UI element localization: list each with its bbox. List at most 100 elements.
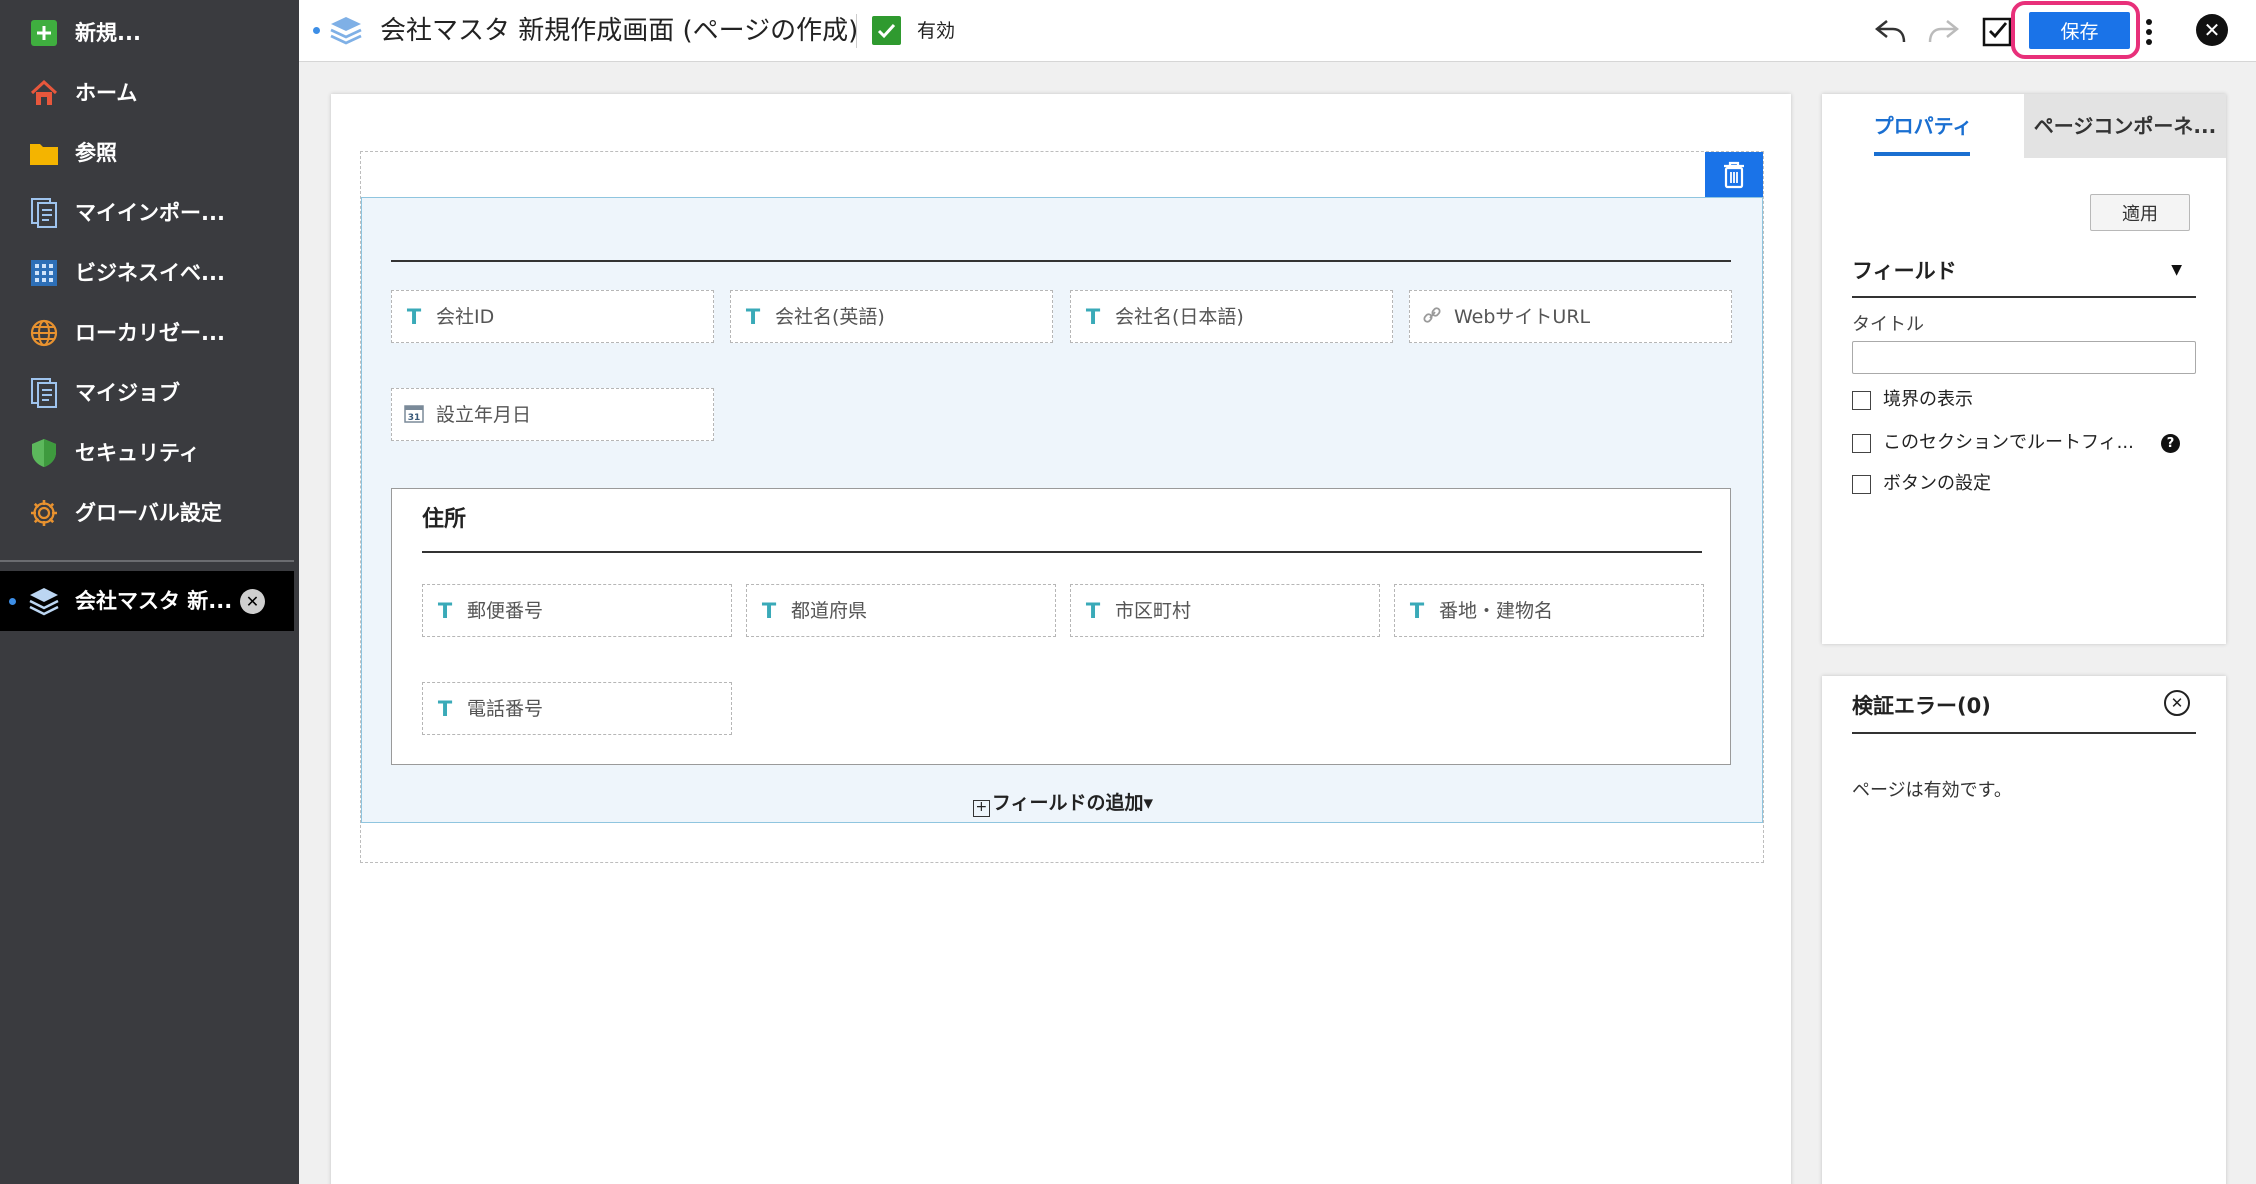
validation-panel: 検証エラー(0) ✕ ページは有効です。 [1822, 676, 2226, 1184]
caret-down-icon: ▾ [1143, 792, 1154, 814]
field-label: 会社名(英語) [775, 306, 885, 328]
plus-icon [28, 17, 60, 49]
sidebar-item-business-events[interactable]: ビジネスイベ... [0, 243, 299, 303]
section[interactable]: T 会社ID T 会社名(英語) T 会社名(日本語) WebサイトURL 31… [361, 197, 1763, 823]
layers-icon [28, 585, 60, 617]
checkbox-label: ボタンの設定 [1883, 473, 1991, 494]
sidebar-item-my-imports[interactable]: マイインポー... [0, 183, 299, 243]
open-tab-label: 会社マスタ 新... [75, 589, 233, 613]
folder-icon [28, 137, 60, 169]
field-label: 番地・建物名 [1439, 600, 1554, 622]
subsection-title-rule [422, 551, 1702, 553]
field-label: WebサイトURL [1454, 306, 1591, 328]
field-header-label: フィールド [1852, 259, 1957, 283]
sidebar-item-label: マイインポー... [75, 201, 225, 225]
sidebar-item-my-jobs[interactable]: マイジョブ [0, 363, 299, 423]
layers-icon [329, 14, 363, 48]
gear-icon [28, 497, 60, 529]
title-input[interactable] [1852, 341, 2196, 374]
active-dot [9, 598, 16, 605]
trash-icon [1724, 161, 1744, 189]
sidebar-item-label: ローカリゼー... [75, 321, 225, 345]
field-label: 都道府県 [791, 600, 868, 622]
save-button[interactable]: 保存 [2029, 12, 2130, 49]
root-field-checkbox[interactable] [1852, 434, 1871, 453]
text-field-icon: T [1409, 599, 1425, 623]
sidebar-item-label: グローバル設定 [75, 501, 222, 525]
field-prefecture[interactable]: T 都道府県 [746, 584, 1056, 637]
help-icon[interactable]: ? [2161, 434, 2180, 453]
field-company-id[interactable]: T 会社ID [391, 290, 714, 343]
sidebar-item-label: マイジョブ [75, 381, 180, 405]
plus-box-icon: + [972, 800, 990, 817]
field-label: 会社ID [436, 306, 495, 328]
field-company-name-en[interactable]: T 会社名(英語) [730, 290, 1053, 343]
tab-page-components[interactable]: ページコンポーネ... [2024, 94, 2226, 158]
address-subsection[interactable]: 住所 T 郵便番号 T 都道府県 T 市区町村 T 番地・建物名 T 電話番号 [391, 488, 1731, 765]
field-phone-number[interactable]: T 電話番号 [422, 682, 732, 735]
text-field-icon: T [745, 305, 761, 329]
close-icon[interactable]: ✕ [2164, 690, 2190, 716]
add-field-button[interactable]: + フィールドの追加▾ [362, 788, 1764, 817]
field-label: 電話番号 [467, 698, 544, 720]
svg-text:31: 31 [408, 413, 421, 423]
validation-title: 検証エラー(0) [1852, 694, 1991, 718]
field-label: 設立年月日 [436, 404, 532, 426]
close-tab-icon[interactable]: ✕ [240, 589, 265, 614]
title-label: タイトル [1852, 314, 1924, 335]
field-company-name-ja[interactable]: T 会社名(日本語) [1070, 290, 1393, 343]
sidebar: 新規... ホーム 参照 マイインポー... ビジネスイベ... ローカリゼー.… [0, 0, 299, 1184]
valid-checkbox[interactable] [872, 16, 901, 45]
text-field-icon: T [437, 697, 453, 721]
field-label: 郵便番号 [467, 600, 544, 622]
text-field-icon: T [761, 599, 777, 623]
sidebar-item-browse[interactable]: 参照 [0, 123, 299, 183]
properties-panel: プロパティ ページコンポーネ... 適用 フィールド ▼ タイトル 境界の表示 … [1822, 94, 2226, 644]
delete-section-button[interactable] [1705, 152, 1763, 198]
checkbox-label: このセクションでルートフィ... [1883, 432, 2134, 453]
field-city[interactable]: T 市区町村 [1070, 584, 1380, 637]
more-options-icon[interactable] [2143, 17, 2155, 47]
add-field-label: フィールドの追加 [991, 792, 1144, 814]
valid-label: 有効 [917, 20, 956, 42]
field-label: 市区町村 [1115, 600, 1192, 622]
apply-button[interactable]: 適用 [2090, 194, 2190, 231]
sidebar-divider [0, 560, 294, 562]
text-field-icon: T [437, 599, 453, 623]
tab-properties[interactable]: プロパティ [1822, 94, 2024, 158]
text-field-icon: T [1085, 305, 1101, 329]
sidebar-item-label: 参照 [75, 141, 117, 165]
top-bar: 会社マスタ 新規作成画面 (ページの作成) 有効 保存 ✕ [299, 0, 2256, 62]
field-website-url[interactable]: WebサイトURL [1409, 290, 1732, 343]
grid-icon [28, 257, 60, 289]
validate-button[interactable] [1982, 17, 2012, 47]
subsection-title: 住所 [422, 507, 467, 532]
sidebar-item-localization[interactable]: ローカリゼー... [0, 303, 299, 363]
validation-message: ページは有効です。 [1852, 780, 2012, 801]
sidebar-item-new[interactable]: 新規... [0, 3, 299, 63]
show-border-checkbox[interactable] [1852, 391, 1871, 410]
page-title: 会社マスタ 新規作成画面 (ページの作成) [380, 16, 859, 46]
globe-icon [28, 317, 60, 349]
close-editor-icon[interactable]: ✕ [2196, 14, 2228, 46]
text-field-icon: T [1085, 599, 1101, 623]
sidebar-item-label: ホーム [75, 81, 138, 105]
field-label: 会社名(日本語) [1115, 306, 1244, 328]
field-accordion-header[interactable]: フィールド ▼ [1852, 244, 2196, 298]
redo-button[interactable] [1927, 16, 1961, 46]
field-street-building[interactable]: T 番地・建物名 [1394, 584, 1704, 637]
document-icon [28, 377, 60, 409]
field-postal-code[interactable]: T 郵便番号 [422, 584, 732, 637]
divider [856, 14, 857, 48]
sidebar-item-global-settings[interactable]: グローバル設定 [0, 483, 299, 543]
section-title-rule [391, 260, 1731, 262]
button-settings-checkbox[interactable] [1852, 475, 1871, 494]
open-tab-company-master[interactable]: 会社マスタ 新... ✕ [0, 571, 294, 631]
undo-button[interactable] [1873, 16, 1907, 46]
field-established-date[interactable]: 31 設立年月日 [391, 388, 714, 441]
sidebar-item-home[interactable]: ホーム [0, 63, 299, 123]
text-field-icon: T [406, 305, 422, 329]
sidebar-item-security[interactable]: セキュリティ [0, 423, 299, 483]
caret-down-icon: ▼ [2171, 262, 2182, 278]
sidebar-item-label: ビジネスイベ... [75, 261, 225, 285]
